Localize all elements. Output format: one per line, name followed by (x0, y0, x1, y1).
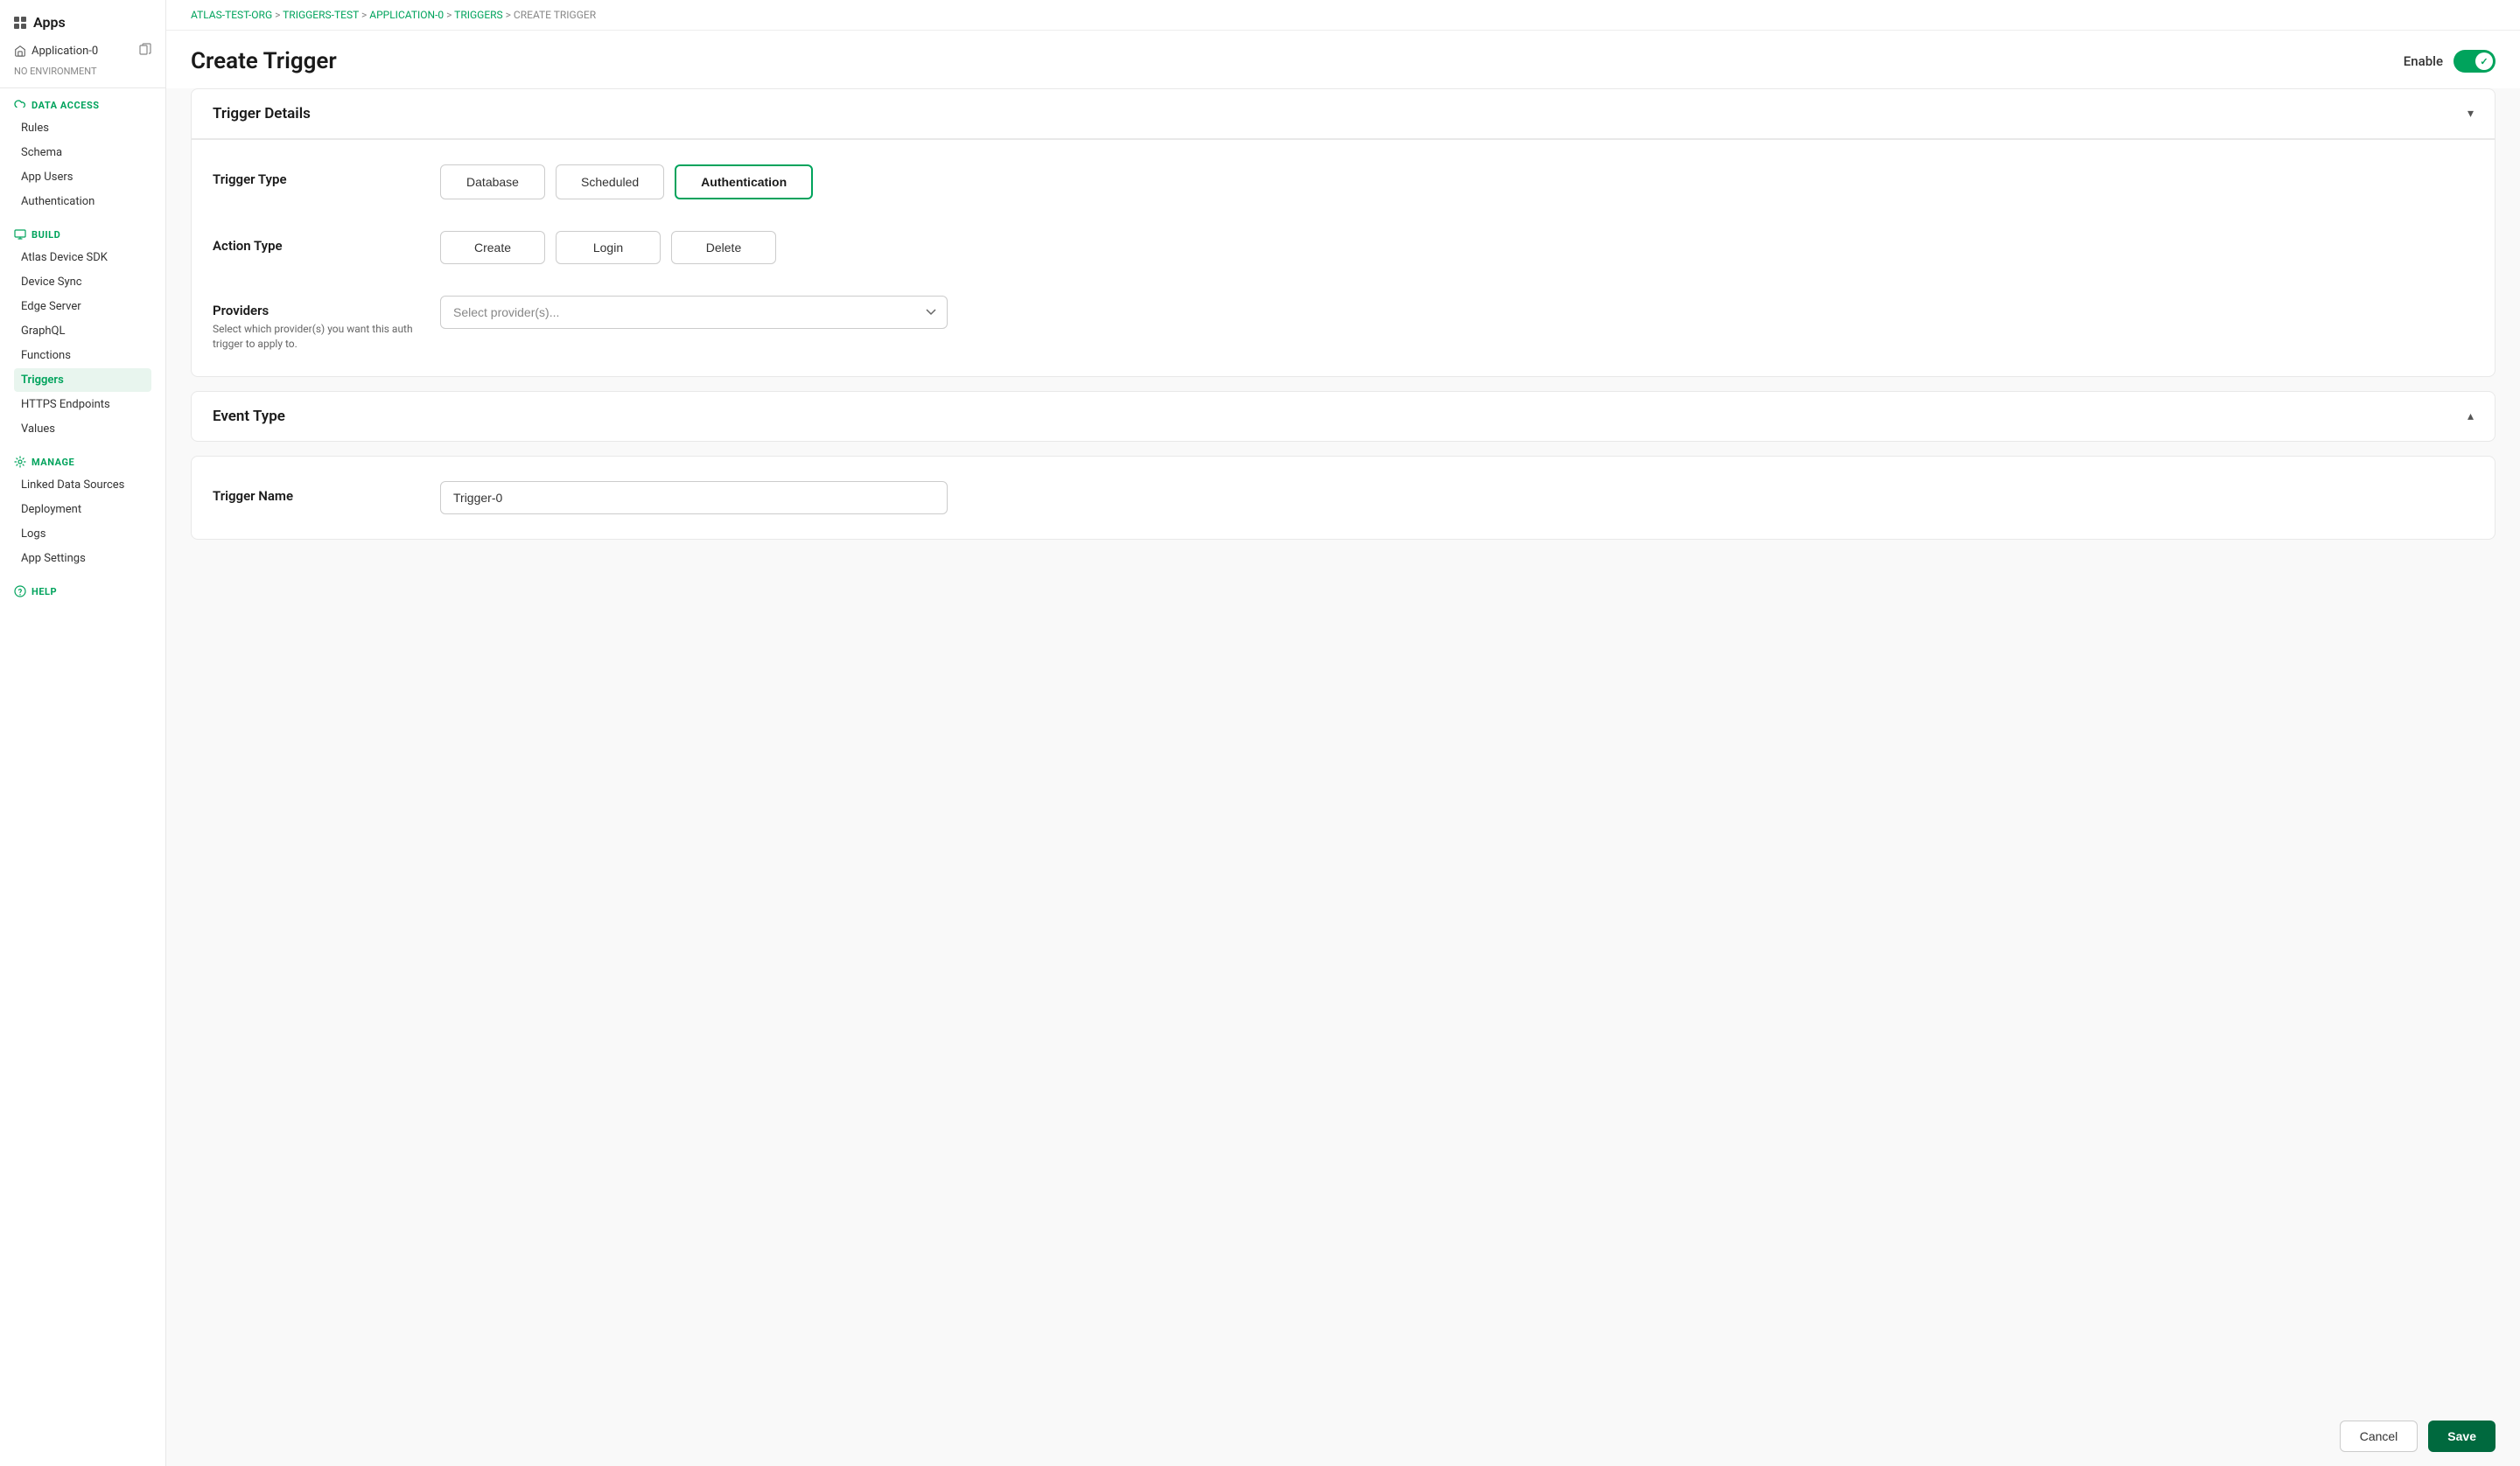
apps-nav-item[interactable]: Apps (14, 10, 151, 39)
providers-sublabel: Select which provider(s) you want this a… (213, 322, 440, 352)
providers-select[interactable]: Select provider(s)... (440, 296, 948, 329)
apps-grid-icon (14, 17, 26, 29)
sidebar-item-triggers[interactable]: Triggers (14, 368, 151, 392)
breadcrumb-triggers-test[interactable]: TRIGGERS-TEST (283, 9, 359, 21)
sidebar-section-build: BUILD Atlas Device SDK Device Sync Edge … (0, 218, 165, 445)
sidebar-item-values[interactable]: Values (14, 417, 151, 441)
app-row: Application-0 (14, 39, 151, 62)
trigger-type-control: Database Scheduled Authentication (440, 164, 2474, 199)
sidebar-item-deployment[interactable]: Deployment (14, 498, 151, 521)
no-environment-label: NO ENVIRONMENT (14, 62, 151, 77)
action-type-label: Action Type (213, 238, 440, 254)
providers-label-col: Providers Select which provider(s) you w… (213, 296, 440, 352)
event-type-header: Event Type ▴ (192, 392, 2495, 441)
providers-control: Select provider(s)... (440, 296, 2474, 329)
trigger-details-chevron-icon[interactable]: ▾ (2468, 107, 2474, 121)
sidebar-item-functions[interactable]: Functions (14, 344, 151, 367)
breadcrumb: ATLAS-TEST-ORG > TRIGGERS-TEST > APPLICA… (166, 0, 2520, 31)
action-type-login-btn[interactable]: Login (556, 231, 661, 264)
sidebar-item-graphql[interactable]: GraphQL (14, 319, 151, 343)
breadcrumb-sep-2: > (361, 9, 369, 21)
trigger-details-header: Trigger Details ▾ (192, 89, 2495, 139)
sidebar-item-device-sync[interactable]: Device Sync (14, 270, 151, 294)
action-type-label-col: Action Type (213, 231, 440, 254)
breadcrumb-sep-1: > (275, 9, 283, 21)
section-title-manage: MANAGE (14, 456, 151, 468)
action-type-delete-btn[interactable]: Delete (671, 231, 776, 264)
main-content: ATLAS-TEST-ORG > TRIGGERS-TEST > APPLICA… (166, 0, 2520, 1466)
enable-toggle[interactable]: ✓ (2454, 50, 2496, 73)
trigger-name-body: Trigger Name (192, 457, 2495, 539)
breadcrumb-triggers[interactable]: TRIGGERS (454, 9, 503, 21)
content-area: Trigger Details ▾ Trigger Type Database … (166, 88, 2520, 1407)
sidebar: Apps Application-0 NO ENVIRONMENT (0, 0, 166, 1466)
trigger-name-input[interactable] (440, 481, 948, 514)
trigger-type-label-col: Trigger Type (213, 164, 440, 187)
section-title-data-access: DATA ACCESS (14, 99, 151, 111)
event-type-title: Event Type (213, 408, 285, 425)
sidebar-top: Apps Application-0 NO ENVIRONMENT (0, 0, 165, 88)
trigger-name-label-col: Trigger Name (213, 481, 440, 504)
sidebar-item-linked-data-sources[interactable]: Linked Data Sources (14, 473, 151, 497)
sidebar-item-https-endpoints[interactable]: HTTPS Endpoints (14, 393, 151, 416)
action-type-row: Action Type Create Login Delete (213, 231, 2474, 264)
monitor-icon (14, 228, 26, 241)
bottom-action-bar: Cancel Save (166, 1407, 2520, 1466)
sidebar-item-app-settings[interactable]: App Settings (14, 547, 151, 570)
section-title-build: BUILD (14, 228, 151, 241)
toggle-knob: ✓ (2475, 52, 2493, 70)
page-title: Create Trigger (191, 48, 337, 74)
home-icon (14, 45, 26, 57)
breadcrumb-sep-3: > (446, 9, 454, 21)
trigger-details-body: Trigger Type Database Scheduled Authenti… (192, 140, 2495, 376)
save-button[interactable]: Save (2428, 1421, 2496, 1452)
action-type-create-btn[interactable]: Create (440, 231, 545, 264)
app-name[interactable]: Application-0 (14, 45, 98, 58)
sidebar-item-schema[interactable]: Schema (14, 141, 151, 164)
section-title-help: HELP (14, 585, 151, 597)
breadcrumb-create-trigger: CREATE TRIGGER (514, 9, 596, 21)
breadcrumb-atlas-test-org[interactable]: ATLAS-TEST-ORG (191, 9, 272, 21)
sidebar-section-help: HELP (0, 575, 165, 606)
trigger-name-label: Trigger Name (213, 488, 440, 504)
toggle-check-icon: ✓ (2480, 56, 2488, 67)
gear-icon (14, 456, 26, 468)
event-type-card: Event Type ▴ (191, 391, 2496, 442)
page-header: Create Trigger Enable ✓ (166, 31, 2520, 88)
trigger-name-control (440, 481, 2474, 514)
sidebar-section-data-access: DATA ACCESS Rules Schema App Users Authe… (0, 88, 165, 218)
providers-row: Providers Select which provider(s) you w… (213, 296, 2474, 352)
copy-icon[interactable] (139, 43, 151, 59)
trigger-type-authentication-btn[interactable]: Authentication (675, 164, 813, 199)
trigger-type-btn-group: Database Scheduled Authentication (440, 164, 2474, 199)
trigger-details-card: Trigger Details ▾ Trigger Type Database … (191, 88, 2496, 377)
app-name-label: Application-0 (32, 45, 98, 58)
trigger-type-label: Trigger Type (213, 171, 440, 187)
enable-row: Enable ✓ (2404, 50, 2496, 73)
trigger-name-row: Trigger Name (213, 481, 2474, 514)
enable-label: Enable (2404, 53, 2443, 69)
cloud-icon (14, 99, 26, 111)
breadcrumb-application-0[interactable]: APPLICATION-0 (369, 9, 444, 21)
trigger-type-row: Trigger Type Database Scheduled Authenti… (213, 164, 2474, 199)
sidebar-item-rules[interactable]: Rules (14, 116, 151, 140)
apps-label: Apps (33, 14, 66, 31)
sidebar-item-atlas-device-sdk[interactable]: Atlas Device SDK (14, 246, 151, 269)
trigger-type-database-btn[interactable]: Database (440, 164, 545, 199)
breadcrumb-sep-4: > (506, 9, 514, 21)
sidebar-item-logs[interactable]: Logs (14, 522, 151, 546)
action-type-control: Create Login Delete (440, 231, 2474, 264)
trigger-details-title: Trigger Details (213, 105, 311, 122)
sidebar-section-manage: MANAGE Linked Data Sources Deployment Lo… (0, 445, 165, 575)
cancel-button[interactable]: Cancel (2340, 1421, 2418, 1452)
providers-label: Providers (213, 303, 440, 318)
sidebar-item-edge-server[interactable]: Edge Server (14, 295, 151, 318)
help-icon (14, 585, 26, 597)
trigger-type-scheduled-btn[interactable]: Scheduled (556, 164, 664, 199)
sidebar-item-authentication[interactable]: Authentication (14, 190, 151, 213)
event-type-chevron-icon[interactable]: ▴ (2468, 409, 2474, 423)
action-type-btn-group: Create Login Delete (440, 231, 2474, 264)
trigger-name-card: Trigger Name (191, 456, 2496, 540)
sidebar-item-app-users[interactable]: App Users (14, 165, 151, 189)
